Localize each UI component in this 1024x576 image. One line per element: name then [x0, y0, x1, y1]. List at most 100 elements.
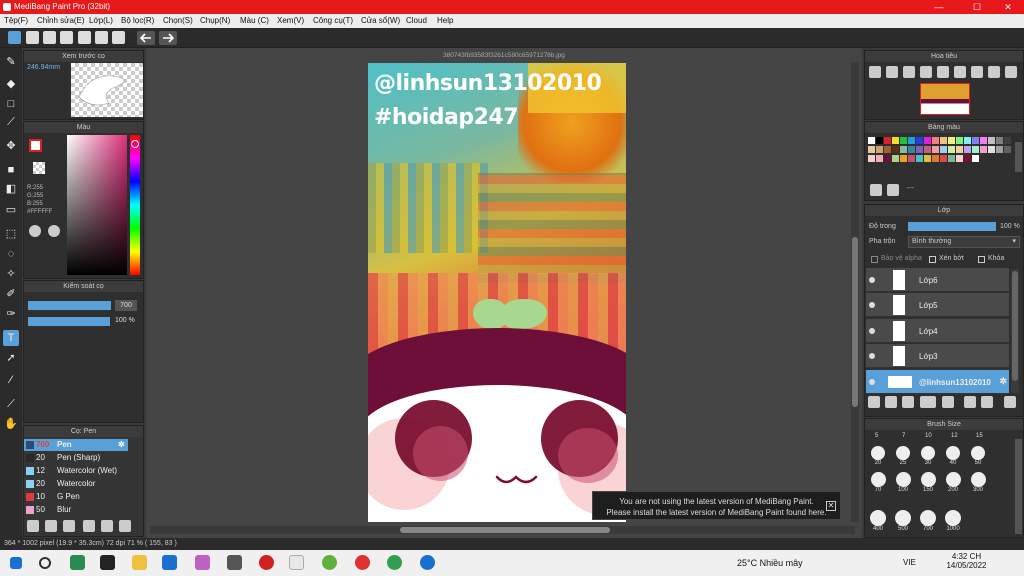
brush-size-option[interactable]: 150: [916, 472, 940, 496]
camera-icon[interactable]: [227, 555, 242, 570]
brush-size-option[interactable]: 25: [891, 446, 915, 470]
select-tool-icon[interactable]: ⬚: [3, 226, 19, 242]
magic-wand-tool-icon[interactable]: ✧: [3, 266, 19, 282]
brush-size-option[interactable]: 30: [916, 446, 940, 470]
palette-scrollbar[interactable]: [1015, 142, 1022, 172]
cloud-icon[interactable]: [8, 31, 21, 44]
size-label[interactable]: 12: [951, 433, 958, 439]
eye-icon[interactable]: [869, 277, 875, 283]
weather-text[interactable]: 25°C Nhiều mây: [737, 558, 803, 568]
brush-size-option[interactable]: 200: [941, 472, 965, 496]
new-layer-icon[interactable]: [868, 396, 880, 408]
folder-icon[interactable]: [942, 396, 954, 408]
eyedropper-tool-icon[interactable]: ⁄: [3, 372, 19, 388]
app-icon[interactable]: [70, 555, 85, 570]
brush-size-slider[interactable]: [28, 301, 111, 310]
menu-view[interactable]: Xem(V): [277, 16, 304, 25]
share-icon[interactable]: [26, 31, 39, 44]
brush-size-option[interactable]: 700: [916, 510, 940, 534]
fill-rect-tool-icon[interactable]: ■: [3, 162, 19, 178]
chrome-icon[interactable]: [355, 555, 370, 570]
layer-row[interactable]: @linhsun13102010 ✲: [866, 370, 1009, 394]
brush-item[interactable]: 10 G Pen: [24, 491, 128, 503]
layer-scrollbar[interactable]: [1011, 269, 1019, 393]
clock[interactable]: 4:32 CH 14/05/2022: [944, 552, 989, 570]
layer-menu-icon[interactable]: [920, 396, 936, 408]
menu-select[interactable]: Chọn(S): [163, 16, 193, 25]
eye-icon[interactable]: [869, 353, 875, 359]
palette-swatches[interactable]: [865, 135, 1015, 175]
close-icon[interactable]: ✕: [826, 501, 836, 511]
brush-size-option[interactable]: 500: [891, 510, 915, 534]
navigator-thumbnail[interactable]: [920, 83, 970, 115]
brush-size-option[interactable]: 70: [866, 472, 890, 496]
copy-layer-icon[interactable]: [902, 396, 914, 408]
gear-icon[interactable]: ✲: [118, 439, 125, 451]
brush-size-option[interactable]: 50: [966, 446, 990, 470]
hue-handle[interactable]: [131, 140, 139, 148]
zoom-in-icon[interactable]: [869, 66, 881, 78]
divider-tool-icon[interactable]: ⟋: [3, 396, 19, 412]
eye-icon[interactable]: [869, 302, 875, 308]
rotate-left-icon[interactable]: [954, 66, 966, 78]
comment-icon[interactable]: [43, 31, 56, 44]
chrome-icon[interactable]: [387, 555, 402, 570]
app-icon[interactable]: [195, 555, 210, 570]
move-tool-icon[interactable]: ✥: [3, 138, 19, 154]
gradient-tool-icon[interactable]: ▭: [3, 202, 19, 218]
brush-size-value[interactable]: 700: [115, 300, 137, 311]
operation-tool-icon[interactable]: ➚: [3, 350, 19, 366]
brush-page-icon[interactable]: [83, 520, 95, 532]
menu-tools[interactable]: Công cụ(T): [313, 16, 353, 25]
horizontal-scrollbar[interactable]: [150, 526, 855, 534]
folder-icon[interactable]: [101, 520, 113, 532]
brush-item[interactable]: 12 Watercolor (Wet): [24, 465, 128, 477]
brush-size-option[interactable]: 1000: [941, 510, 965, 534]
document-tab[interactable]: 380743fb93583f3261c580c65971278b.jpg: [146, 50, 862, 62]
layer-row[interactable]: Lớp3: [866, 344, 1009, 368]
palette-add-icon[interactable]: [870, 184, 882, 196]
bucket-tool-icon[interactable]: ◧: [3, 181, 19, 197]
menu-file[interactable]: Tệp(F): [4, 16, 28, 25]
layer-row[interactable]: Lớp6: [866, 268, 1009, 292]
redo-icon[interactable]: [159, 31, 177, 45]
text-tool-icon[interactable]: T: [3, 330, 19, 346]
size-label[interactable]: 15: [976, 433, 983, 439]
zoom-actual-icon[interactable]: [920, 66, 932, 78]
app-icon[interactable]: [322, 555, 337, 570]
record-icon[interactable]: [259, 555, 274, 570]
brush-item[interactable]: 700 Pen ✲: [24, 439, 128, 451]
windows-start-icon[interactable]: [10, 557, 22, 569]
hue-slider[interactable]: [130, 135, 140, 275]
zoom-fit-icon[interactable]: [903, 66, 915, 78]
palette-delete-icon[interactable]: [887, 184, 899, 196]
menu-filter[interactable]: Bộ lọc(R): [121, 16, 154, 25]
maximize-button[interactable]: ☐: [963, 1, 991, 13]
zoom-out-icon[interactable]: [886, 66, 898, 78]
search-icon[interactable]: [39, 557, 51, 569]
trash-icon[interactable]: [1004, 396, 1016, 408]
eraser-tool-icon[interactable]: ◆: [3, 76, 19, 92]
brush-size-scrollbar[interactable]: [1015, 439, 1022, 534]
close-button[interactable]: ✕: [994, 1, 1022, 13]
layer-opacity-slider[interactable]: [908, 222, 996, 231]
update-notification[interactable]: You are not using the latest version of …: [592, 491, 841, 520]
menu-help[interactable]: Help: [437, 16, 453, 25]
page-icon[interactable]: [78, 31, 91, 44]
layer-settings-icon[interactable]: [981, 396, 993, 408]
pen-tool-icon[interactable]: ⟋: [3, 114, 19, 130]
minimize-button[interactable]: —: [925, 1, 953, 13]
brush-item[interactable]: 20 Pen (Sharp): [24, 452, 128, 464]
palette-icon[interactable]: [29, 225, 41, 237]
primary-color-swatch[interactable]: [29, 139, 42, 152]
gear-icon[interactable]: ✲: [999, 376, 1007, 387]
app-icon[interactable]: [162, 555, 177, 570]
app-icon[interactable]: [100, 555, 115, 570]
clipping-checkbox[interactable]: [929, 256, 936, 263]
size-label[interactable]: 7: [902, 433, 905, 439]
brush-size-option[interactable]: 400: [866, 510, 890, 534]
select-eraser-tool-icon[interactable]: ✑: [3, 306, 19, 322]
menu-window[interactable]: Cửa sổ(W): [361, 16, 400, 25]
medibang-icon[interactable]: [289, 555, 304, 570]
brush-add-icon[interactable]: [27, 520, 39, 532]
